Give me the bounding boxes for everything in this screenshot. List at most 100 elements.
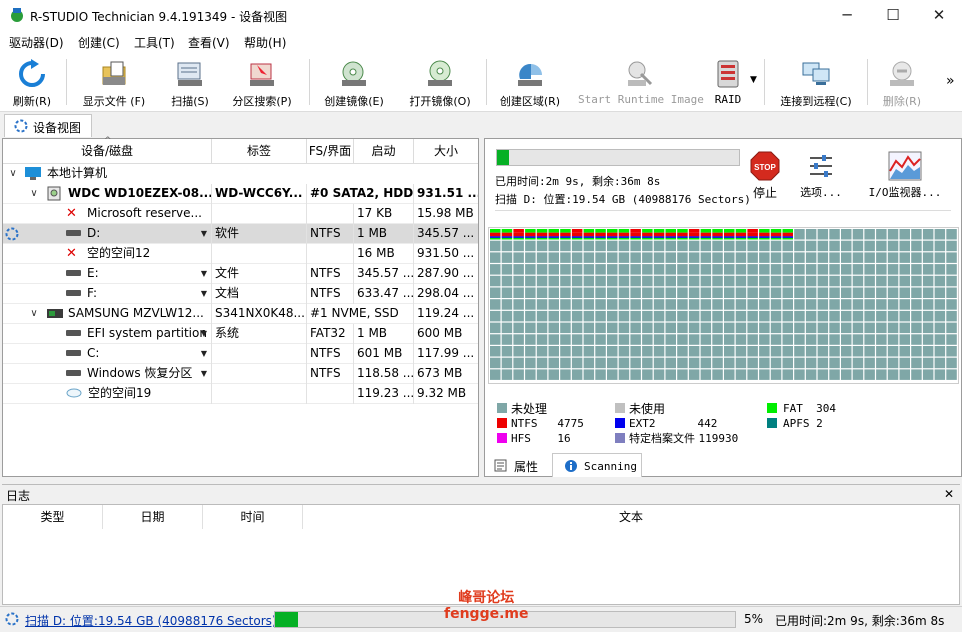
stop-button[interactable]: STOP 停止 — [745, 151, 785, 203]
tree-row-partition-selected[interactable]: D: ▼ 软件 NTFS 1 MB 345.57 ... — [3, 224, 478, 244]
scan-map-cell — [571, 275, 583, 287]
tree-row-local-computer[interactable]: ∨ 本地计算机 — [3, 164, 478, 184]
scan-map-cell — [653, 334, 665, 345]
log-close-button[interactable]: ✕ — [944, 487, 954, 501]
scan-map-cell-scanned — [536, 237, 548, 240]
maximize-button[interactable]: ☐ — [870, 0, 916, 31]
toolbar-overflow-button[interactable]: » — [946, 73, 955, 89]
scan-map-cell — [817, 264, 829, 275]
watermark: 峰哥论坛 fengge.me — [444, 590, 529, 622]
scan-map-cell — [864, 287, 875, 298]
scan-map-cell-scanned — [759, 229, 770, 233]
tree-cell-name: ∨ WDC WD10EZEX-08... — [3, 184, 212, 204]
collapse-chevron-icon[interactable]: ∨ — [28, 304, 40, 323]
show-files-button[interactable]: 显示文件 (F) — [72, 55, 156, 109]
scan-map-cell — [852, 334, 864, 345]
column-header-label[interactable]: 标签 — [212, 139, 307, 164]
scan-map-cell — [501, 275, 513, 287]
scan-map-cell — [525, 310, 536, 322]
menu-view[interactable]: 查看(V) — [188, 34, 230, 51]
scan-map-cell — [595, 275, 606, 287]
log-column-type[interactable]: 类型 — [3, 505, 103, 529]
raid-dropdown-icon[interactable]: ▼ — [750, 75, 757, 85]
tree-row-empty-space[interactable]: ✕ 空的空间12 16 MB 931.50 ... — [3, 244, 478, 264]
scan-map-cell — [876, 229, 887, 240]
tree-row-disk-wdc[interactable]: ∨ WDC WD10EZEX-08... WD-WCC6Y... #0 SATA… — [3, 184, 478, 204]
raid-button[interactable]: RAID — [706, 55, 750, 109]
scan-map-cell — [712, 264, 723, 275]
scan-map-cell — [747, 310, 758, 322]
create-image-button[interactable]: 创建镜像(E) — [316, 55, 392, 109]
log-column-time[interactable]: 时间 — [203, 505, 303, 529]
row-dropdown-icon[interactable]: ▼ — [201, 344, 207, 363]
scan-map-cell — [712, 357, 723, 369]
refresh-label: 刷新(R) — [12, 95, 52, 108]
column-header-size[interactable]: 大小 — [414, 139, 478, 164]
column-header-start[interactable]: 启动 — [354, 139, 414, 164]
connect-remote-button[interactable]: 连接到远程(C) — [770, 55, 862, 109]
start-runtime-image-button[interactable]: Start Runtime Image — [578, 55, 704, 109]
status-scan-link[interactable]: 扫描 D: 位置:19.54 GB (40988176 Sectors) — [25, 612, 277, 629]
tree-row-partition[interactable]: ✕ Microsoft reserve... 17 KB 15.98 MB — [3, 204, 478, 224]
row-dropdown-icon[interactable]: ▼ — [201, 364, 207, 383]
scan-map-cell-scanned — [688, 229, 700, 233]
row-dropdown-icon[interactable]: ▼ — [201, 264, 207, 283]
collapse-chevron-icon[interactable]: ∨ — [7, 164, 19, 183]
tree-row-partition[interactable]: E: ▼ 文件 NTFS 345.57 ... 287.90 ... — [3, 264, 478, 284]
delete-button[interactable]: 删除(R) — [872, 55, 932, 109]
menu-drive[interactable]: 驱动器(D) — [9, 34, 64, 51]
scan-map-cell — [607, 346, 618, 357]
collapse-chevron-icon[interactable]: ∨ — [28, 184, 40, 203]
scan-map-cell — [712, 369, 723, 380]
tab-scanning[interactable]: Scanning — [552, 453, 642, 477]
log-column-text[interactable]: 文本 — [303, 505, 959, 529]
partition-name: 空的空间19 — [88, 386, 152, 400]
scan-map-cell — [630, 240, 641, 252]
row-dropdown-icon[interactable]: ▼ — [201, 324, 207, 343]
scan-map-cell-scanned — [642, 237, 653, 240]
tree-row-partition[interactable]: EFI system partition ▼ 系统 FAT32 1 MB 600 … — [3, 324, 478, 344]
open-image-button[interactable]: 打开镜像(O) — [402, 55, 478, 109]
tree-row-empty-space[interactable]: 空的空间19 119.23 ... 9.32 MB — [3, 384, 478, 404]
status-percent: 5% — [744, 612, 764, 626]
refresh-icon — [19, 59, 45, 87]
options-button[interactable]: 选项... — [797, 151, 845, 203]
scan-map-cell — [688, 346, 700, 357]
tree-row-disk-samsung[interactable]: ∨ SAMSUNG MZVLW12... S341NX0K48... #1 NV… — [3, 304, 478, 324]
scan-map-cell — [525, 240, 536, 252]
scan-button[interactable]: 扫描(S) — [160, 55, 220, 109]
menu-create[interactable]: 创建(C) — [78, 34, 120, 51]
row-dropdown-icon[interactable]: ▼ — [201, 224, 207, 243]
tree-row-partition[interactable]: C: ▼ NTFS 601 MB 117.99 ... — [3, 344, 478, 364]
scan-map-cell — [841, 252, 852, 263]
show-files-label: 显示文件 (F) — [82, 95, 146, 108]
tab-device-view[interactable]: 设备视图 — [4, 114, 92, 137]
scan-map-cell-scanned — [724, 236, 735, 238]
scan-map-cell — [712, 275, 723, 287]
row-dropdown-icon[interactable]: ▼ — [201, 284, 207, 303]
tab-properties[interactable]: 属性 — [486, 455, 550, 477]
minimize-button[interactable]: ─ — [824, 0, 870, 31]
scan-map-cell — [665, 252, 676, 263]
menu-tools[interactable]: 工具(T) — [134, 34, 175, 51]
create-region-button[interactable]: 创建区域(R) — [492, 55, 568, 109]
scan-map-cell — [724, 334, 735, 345]
menu-help[interactable]: 帮助(H) — [244, 34, 286, 51]
partition-search-button[interactable]: 分区搜索(P) — [226, 55, 298, 109]
scan-map-cell — [642, 240, 653, 252]
scan-map-cell — [899, 252, 910, 263]
legend-swatch-ntfs — [497, 418, 507, 428]
log-column-date[interactable]: 日期 — [103, 505, 203, 529]
refresh-button[interactable]: 刷新(R) — [6, 55, 58, 109]
close-button[interactable]: ✕ — [916, 0, 962, 31]
tree-row-partition[interactable]: F: ▼ 文档 NTFS 633.47 ... 298.04 ... — [3, 284, 478, 304]
io-monitor-button[interactable]: I/O监视器... — [865, 151, 945, 203]
scan-map-cell — [735, 252, 747, 263]
scan-map-cell — [618, 357, 630, 369]
scan-map-cell — [490, 287, 501, 298]
scan-map-cell — [946, 357, 957, 369]
start-runtime-label: Start Runtime Image — [578, 93, 704, 106]
column-header-fs[interactable]: FS/界面 — [307, 139, 354, 164]
toolbar: 刷新(R) 显示文件 (F) 扫描(S) 分区搜索(P) 创建镜像(E) 打开镜… — [0, 53, 962, 112]
tree-row-partition[interactable]: Windows 恢复分区 ▼ NTFS 118.58 ... 673 MB — [3, 364, 478, 384]
